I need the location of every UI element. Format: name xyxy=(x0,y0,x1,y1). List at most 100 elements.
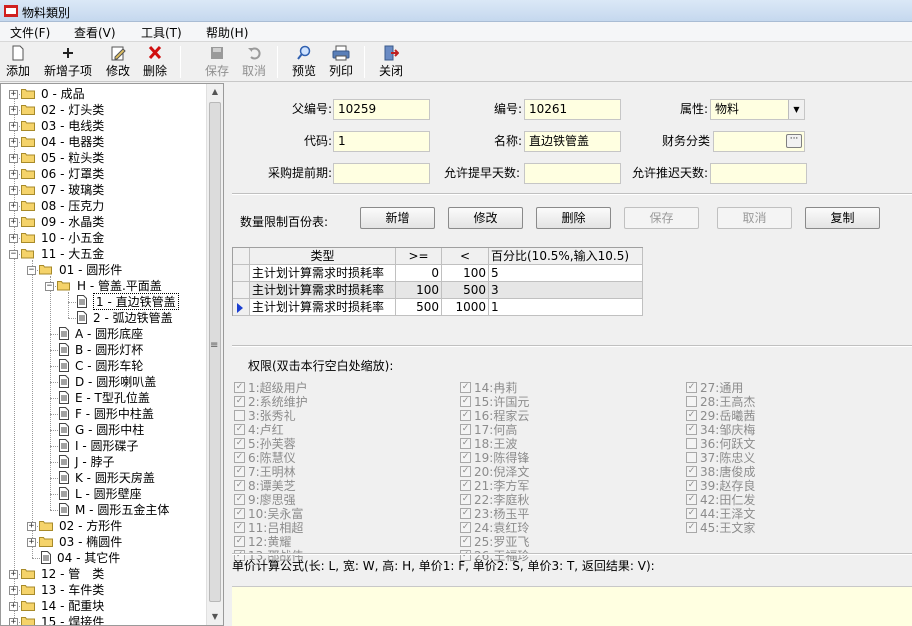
grid-header-type[interactable]: 类型 xyxy=(250,248,396,265)
permission-checkbox[interactable]: ✓ 42:田仁发 xyxy=(686,493,886,507)
finance-category-field[interactable]: ··· xyxy=(713,131,805,152)
checkbox-checked-icon[interactable]: ✓ xyxy=(686,382,697,393)
permission-checkbox[interactable]: ✓ 23:杨玉平 xyxy=(460,507,660,521)
expand-icon[interactable]: + xyxy=(9,202,18,211)
checkbox-checked-icon[interactable]: ✓ xyxy=(234,494,245,505)
tree-item[interactable]: − 01 - 圆形件 xyxy=(1,262,206,278)
tree-item[interactable]: +07 - 玻璃类 xyxy=(1,182,206,198)
permission-checkbox[interactable]: ✓ 21:李方军 xyxy=(460,479,660,493)
permission-checkbox[interactable]: ✓ 19:陈得锋 xyxy=(460,451,660,465)
checkbox-checked-icon[interactable]: ✓ xyxy=(686,494,697,505)
permission-checkbox[interactable]: ✓ 38:唐俊成 xyxy=(686,465,886,479)
permission-checkbox[interactable]: ✓ 16:程家云 xyxy=(460,409,660,423)
checkbox-checked-icon[interactable]: ✓ xyxy=(460,536,471,547)
permission-checkbox[interactable]: ✓ 18:王波 xyxy=(460,437,660,451)
checkbox-checked-icon[interactable]: ✓ xyxy=(234,466,245,477)
permission-checkbox[interactable]: ✓ 44:王泽文 xyxy=(686,507,886,521)
permission-checkbox[interactable]: 37:陈忠义 xyxy=(686,451,886,465)
tree-scrollbar[interactable]: ▲ ▼ xyxy=(206,84,223,625)
edit-button[interactable]: 修改 xyxy=(104,44,132,80)
checkbox-unchecked-icon[interactable] xyxy=(686,396,697,407)
checkbox-checked-icon[interactable]: ✓ xyxy=(234,452,245,463)
checkbox-checked-icon[interactable]: ✓ xyxy=(234,396,245,407)
checkbox-checked-icon[interactable]: ✓ xyxy=(460,396,471,407)
menu-tools[interactable]: 工具(T) xyxy=(141,24,182,41)
tree-item[interactable]: I - 圆形碟子 xyxy=(1,438,206,454)
tree-item[interactable]: B - 圆形灯杯 xyxy=(1,342,206,358)
ellipsis-icon[interactable]: ··· xyxy=(786,134,802,148)
permission-checkbox[interactable]: ✓ 14:冉莉 xyxy=(460,381,660,395)
permission-checkbox[interactable]: ✓ 10:吴永富 xyxy=(234,507,434,521)
grid-cell[interactable]: 500 xyxy=(442,282,489,299)
checkbox-checked-icon[interactable]: ✓ xyxy=(686,480,697,491)
expand-icon[interactable]: + xyxy=(9,106,18,115)
tree-item[interactable]: D - 圆形喇叭盖 xyxy=(1,374,206,390)
checkbox-checked-icon[interactable]: ✓ xyxy=(686,466,697,477)
checkbox-checked-icon[interactable]: ✓ xyxy=(234,480,245,491)
permission-checkbox[interactable]: ✓ 15:许国元 xyxy=(460,395,660,409)
permission-checkbox[interactable]: ✓ 29:岳曦茜 xyxy=(686,409,886,423)
tree-item[interactable]: − H - 管盖.平面盖 xyxy=(1,278,206,294)
checkbox-checked-icon[interactable]: ✓ xyxy=(460,466,471,477)
menu-view[interactable]: 查看(V) xyxy=(74,24,116,41)
tree-item[interactable]: E - T型孔位盖 xyxy=(1,390,206,406)
checkbox-checked-icon[interactable]: ✓ xyxy=(460,410,471,421)
expand-icon[interactable]: + xyxy=(9,90,18,99)
formula-field[interactable] xyxy=(232,586,912,626)
row-selector[interactable] xyxy=(233,299,250,316)
permission-checkbox[interactable]: ✓ 1:超级用户 xyxy=(234,381,434,395)
checkbox-checked-icon[interactable]: ✓ xyxy=(460,522,471,533)
limit-delete-button[interactable]: 删除 xyxy=(536,207,611,229)
grid-cell[interactable]: 主计划计算需求时损耗率 xyxy=(250,282,396,299)
parent-code-field[interactable]: 10259 xyxy=(333,99,430,120)
tree-item[interactable]: 1 - 直边铁管盖 xyxy=(1,293,206,310)
tree-item[interactable]: +02 - 灯头类 xyxy=(1,102,206,118)
grid-cell[interactable]: 1000 xyxy=(442,299,489,316)
tree-item[interactable]: +09 - 水晶类 xyxy=(1,214,206,230)
checkbox-checked-icon[interactable]: ✓ xyxy=(234,508,245,519)
grid-cell[interactable]: 1 xyxy=(489,299,643,316)
daima-field[interactable]: 1 xyxy=(333,131,430,152)
permission-checkbox[interactable]: ✓ 39:赵存良 xyxy=(686,479,886,493)
checkbox-unchecked-icon[interactable] xyxy=(686,452,697,463)
expand-icon[interactable]: + xyxy=(9,138,18,147)
tree-item[interactable]: J - 脖子 xyxy=(1,454,206,470)
grid-cell[interactable]: 0 xyxy=(396,265,442,282)
checkbox-checked-icon[interactable]: ✓ xyxy=(234,536,245,547)
checkbox-unchecked-icon[interactable] xyxy=(686,438,697,449)
permission-checkbox[interactable]: ✓ 34:邹庆梅 xyxy=(686,423,886,437)
permission-checkbox[interactable]: ✓ 20:倪泽文 xyxy=(460,465,660,479)
permission-checkbox[interactable]: ✓ 6:陈慧仪 xyxy=(234,451,434,465)
checkbox-checked-icon[interactable]: ✓ xyxy=(460,424,471,435)
scroll-thumb[interactable] xyxy=(209,102,221,602)
limit-edit-button[interactable]: 修改 xyxy=(448,207,523,229)
save-button[interactable]: 保存 xyxy=(203,44,231,80)
tree-item[interactable]: L - 圆形壁座 xyxy=(1,486,206,502)
tree-item[interactable]: +03 - 椭圆件 xyxy=(1,534,206,550)
permission-checkbox[interactable]: ✓ 7:王明林 xyxy=(234,465,434,479)
limit-copy-button[interactable]: 复制 xyxy=(805,207,880,229)
collapse-icon[interactable]: − xyxy=(9,250,18,259)
permission-checkbox[interactable]: ✓ 2:系统维护 xyxy=(234,395,434,409)
tree-item[interactable]: +14 - 配重块 xyxy=(1,598,206,614)
expand-icon[interactable]: + xyxy=(9,234,18,243)
expand-icon[interactable]: + xyxy=(27,538,36,547)
tree-item[interactable]: +15 - 焊接件 xyxy=(1,614,206,625)
permission-checkbox[interactable]: ✓ 4:卢红 xyxy=(234,423,434,437)
checkbox-checked-icon[interactable]: ✓ xyxy=(234,382,245,393)
tree-item[interactable]: +05 - 粒头类 xyxy=(1,150,206,166)
permission-checkbox[interactable]: ✓ 45:王文家 xyxy=(686,521,886,535)
grid-cell[interactable]: 主计划计算需求时损耗率 xyxy=(250,299,396,316)
checkbox-checked-icon[interactable]: ✓ xyxy=(234,522,245,533)
tree-item[interactable]: 2 - 弧边铁管盖 xyxy=(1,310,206,326)
name-field[interactable]: 直边铁管盖 xyxy=(524,131,621,152)
grid-cell[interactable]: 500 xyxy=(396,299,442,316)
collapse-icon[interactable]: − xyxy=(27,266,36,275)
add-child-button[interactable]: 新增子项 xyxy=(40,44,96,80)
tree-item[interactable]: +08 - 压克力 xyxy=(1,198,206,214)
tree-item[interactable]: C - 圆形车轮 xyxy=(1,358,206,374)
permission-checkbox[interactable]: 28:王高杰 xyxy=(686,395,886,409)
tree-item[interactable]: +03 - 电线类 xyxy=(1,118,206,134)
permission-checkbox[interactable]: ✓ 5:孙芙蓉 xyxy=(234,437,434,451)
checkbox-checked-icon[interactable]: ✓ xyxy=(460,452,471,463)
